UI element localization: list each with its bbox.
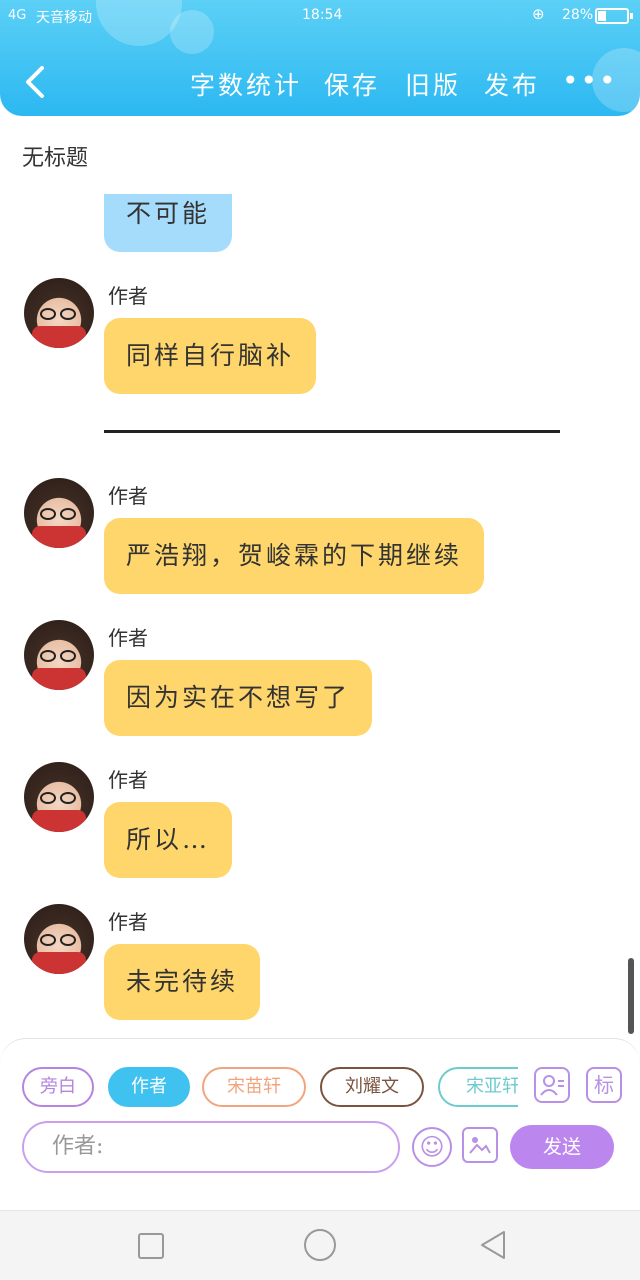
role-chip-author[interactable]: 作者 [108, 1067, 190, 1107]
battery-level [598, 11, 606, 21]
rotation-lock-icon: ⊕ [532, 5, 545, 23]
smiley-icon[interactable]: ☺ [412, 1127, 452, 1167]
role-chip[interactable]: 刘耀文 [320, 1067, 424, 1107]
triangle-back-icon[interactable] [478, 1229, 508, 1261]
avatar[interactable] [24, 762, 94, 832]
role-chip[interactable]: 宋苗轩 [202, 1067, 306, 1107]
role-chip-narrator[interactable]: 旁白 [22, 1067, 94, 1107]
avatar[interactable] [24, 278, 94, 348]
sender-name: 作者 [108, 910, 148, 934]
top-bar: 4G 天音移动 18:54 ⊕ 28% 字数统计 保存 旧版 发布 ••• [0, 0, 640, 116]
sender-name: 作者 [108, 626, 148, 650]
word-count-button[interactable]: 字数统计 [190, 66, 302, 102]
chevron-left-icon[interactable] [22, 62, 48, 102]
message-input[interactable]: 作者: [22, 1121, 400, 1173]
more-horizontal-icon[interactable]: ••• [562, 64, 618, 97]
message-bubble[interactable]: 因为实在不想写了 [104, 660, 373, 736]
avatar[interactable] [24, 478, 94, 548]
save-button[interactable]: 保存 [324, 66, 380, 102]
send-button[interactable]: 发送 [510, 1125, 614, 1169]
message-bubble[interactable]: 所以… [104, 802, 233, 878]
avatar[interactable] [24, 904, 94, 974]
sender-name: 作者 [108, 484, 148, 508]
message-bubble[interactable]: 不可能 [104, 194, 233, 252]
person-card-icon[interactable] [534, 1067, 570, 1103]
clock: 18:54 [302, 7, 343, 23]
scrollbar[interactable] [628, 958, 634, 1034]
circle-icon[interactable] [304, 1229, 336, 1261]
message-bubble[interactable]: 未完待续 [104, 944, 261, 1020]
sender-name: 作者 [108, 768, 148, 792]
role-chip[interactable]: 宋亚轩 [438, 1067, 518, 1107]
toolbar: 字数统计 保存 旧版 发布 ••• [0, 58, 640, 104]
publish-button[interactable]: 发布 [484, 66, 540, 102]
chat-area[interactable]: 不可能 作者 同样自行脑补 作者 严浩翔，贺峻霖的下期继续 作者 因为实在不想写… [0, 194, 640, 1040]
status-bar: 4G 天音移动 18:54 ⊕ 28% [0, 0, 640, 32]
message-bubble[interactable]: 严浩翔，贺峻霖的下期继续 [104, 518, 485, 594]
message-bubble[interactable]: 同样自行脑补 [104, 318, 317, 394]
system-nav-bar [0, 1210, 640, 1280]
composer: 旁白 作者 宋苗轩 刘耀文 宋亚轩 标 作者: ☺ 发送 [0, 1038, 640, 1210]
role-selector[interactable]: 旁白 作者 宋苗轩 刘耀文 宋亚轩 [22, 1067, 518, 1109]
sender-name: 作者 [108, 284, 148, 308]
mark-button[interactable]: 标 [586, 1067, 622, 1103]
battery-icon [595, 8, 633, 24]
avatar[interactable] [24, 620, 94, 690]
carrier-name: 天音移动 [36, 10, 92, 26]
signal-indicator: 4G [8, 8, 27, 23]
old-version-button[interactable]: 旧版 [405, 66, 461, 102]
square-icon[interactable] [138, 1233, 164, 1259]
battery-percent: 28% [562, 7, 594, 23]
document-title[interactable]: 无标题 [22, 140, 88, 172]
divider-line [104, 430, 560, 433]
image-icon[interactable] [462, 1127, 498, 1163]
